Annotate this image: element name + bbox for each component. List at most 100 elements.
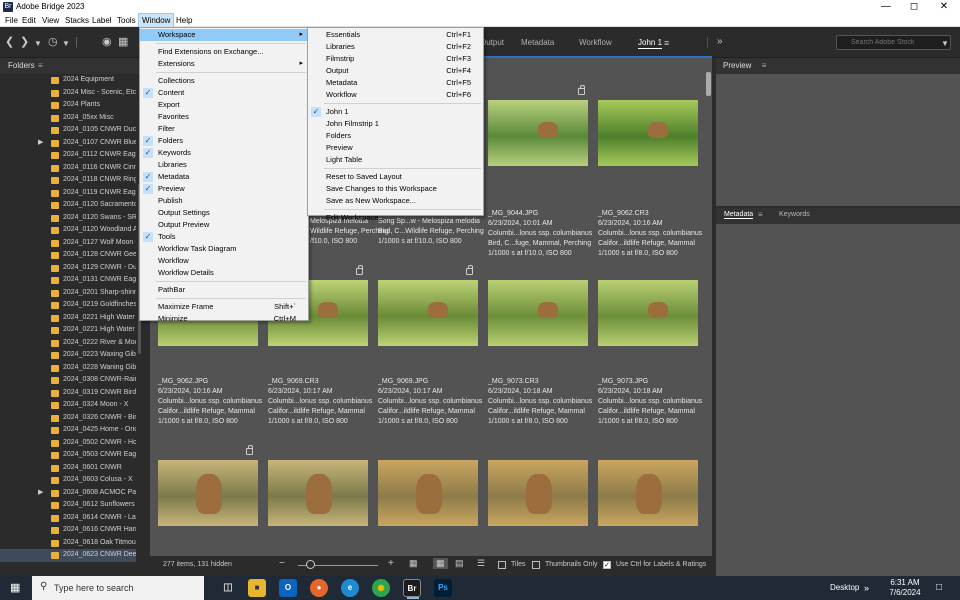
folder-item[interactable]: 2024_0120 Woodland A <box>0 224 136 237</box>
zoom-out-button[interactable]: − <box>279 558 285 569</box>
folder-item[interactable]: 2024_0623 CNWR Deer <box>0 549 136 562</box>
menu-item-preview[interactable]: ✓ Preview <box>140 183 308 195</box>
workspace-tab-john-1[interactable]: John 1 <box>638 38 663 49</box>
menu-item-find-extensions-on-exchange[interactable]: Find Extensions on Exchange... <box>140 46 308 58</box>
menu-edit[interactable]: Edit <box>19 14 39 27</box>
folder-item[interactable]: 2024_05xx Misc <box>0 112 136 125</box>
workspace-tab-metadata[interactable]: Metadata <box>521 38 554 47</box>
menu-item-export[interactable]: Export <box>140 99 308 111</box>
file-explorer-icon[interactable]: ■ <box>248 579 266 597</box>
photo-thumbnail[interactable] <box>488 280 588 346</box>
menu-item-save-changes-to-this-workspace[interactable]: Save Changes to this Workspace <box>308 183 483 195</box>
desktop-toolbar-label[interactable]: Desktop <box>830 576 859 600</box>
folder-item[interactable]: 2024_0120 Swans - SR4 <box>0 212 136 225</box>
photo-thumbnail[interactable] <box>598 280 698 346</box>
menu-item-filter[interactable]: Filter <box>140 123 308 135</box>
menu-tools[interactable]: Tools <box>114 14 139 27</box>
notifications-icon[interactable]: □ <box>936 576 942 600</box>
folder-item[interactable]: 2024_0128 CNWR Gees <box>0 249 136 262</box>
menu-item-folders[interactable]: Folders <box>308 130 483 142</box>
menu-item-edit-workspace[interactable]: Edit Workspace... <box>308 212 483 224</box>
menu-stacks[interactable]: Stacks <box>62 14 92 27</box>
folder-item[interactable]: 2024_0228 Waning Gibl <box>0 362 136 375</box>
taskbar-clock[interactable]: 6:31 AM 7/6/2024 <box>880 578 930 598</box>
search-dropdown-icon[interactable]: ▼ <box>941 38 949 50</box>
folder-item[interactable]: 2024_0502 CNWR - Hoc <box>0 437 136 450</box>
menu-item-maximize-frame[interactable]: Maximize Frame Shift+` <box>140 301 308 313</box>
menu-item-tools[interactable]: ✓ Tools <box>140 231 308 243</box>
menu-item-workflow-task-diagram[interactable]: Workflow Task Diagram <box>140 243 308 255</box>
folder-item[interactable]: 2024_0221 High Water - <box>0 324 136 337</box>
folder-item[interactable]: 2024_0105 CNWR Ducks <box>0 124 136 137</box>
search-stock-input[interactable] <box>836 35 951 50</box>
panel-menu-icon[interactable]: ≡ <box>762 61 767 70</box>
photo-thumbnail[interactable] <box>158 460 258 526</box>
ctrl-labels-checkbox[interactable]: ✓ <box>603 561 611 569</box>
maximize-window-button[interactable]: ◻ <box>900 0 928 14</box>
menu-help[interactable]: Help <box>173 14 195 27</box>
workspace-tab-workflow[interactable]: Workflow <box>579 38 612 47</box>
folder-item[interactable]: 2024_0616 CNWR Harri <box>0 524 136 537</box>
menu-item-workspace[interactable]: Workspace ▸ <box>140 29 308 41</box>
refine-icon[interactable]: ▦ <box>118 36 128 48</box>
tab-keywords[interactable]: Keywords <box>779 211 810 218</box>
menu-item-preview[interactable]: Preview <box>308 142 483 154</box>
menu-item-john-filmstrip-1[interactable]: John Filmstrip 1 <box>308 118 483 130</box>
taskbar-search-box[interactable]: Type here to search <box>32 576 204 600</box>
close-window-button[interactable]: ✕ <box>930 0 958 14</box>
menu-item-extensions[interactable]: Extensions ▸ <box>140 58 308 70</box>
chevron-down-icon[interactable]: ▼ <box>34 38 42 50</box>
camera-icon[interactable]: ◉ <box>102 36 112 48</box>
menu-item-workflow-details[interactable]: Workflow Details <box>140 267 308 279</box>
recent-files-icon[interactable]: ◷ <box>48 36 58 48</box>
menu-label[interactable]: Label <box>89 14 115 27</box>
menu-item-essentials[interactable]: Essentials Ctrl+F1 <box>308 29 483 41</box>
photo-thumbnail[interactable] <box>378 280 478 346</box>
photoshop-taskbar-icon[interactable]: Ps <box>434 579 452 597</box>
menu-window[interactable]: Window <box>137 13 175 28</box>
menu-item-folders[interactable]: ✓ Folders <box>140 135 308 147</box>
menu-item-output-preview[interactable]: Output Preview <box>140 219 308 231</box>
photo-thumbnail[interactable] <box>598 460 698 526</box>
folder-item[interactable]: 2024_0326 CNWR - Bird <box>0 412 136 425</box>
more-workspaces-icon[interactable]: » <box>717 36 723 48</box>
folder-item[interactable]: 2024_0612 Sunflowers <box>0 499 136 512</box>
menu-item-favorites[interactable]: Favorites <box>140 111 308 123</box>
zoom-in-button[interactable]: + <box>388 558 394 569</box>
minimize-window-button[interactable]: — <box>872 0 900 14</box>
expand-arrow-icon[interactable]: ▶ <box>38 137 43 150</box>
folder-item[interactable]: 2024_0127 Wolf Moon - <box>0 237 136 250</box>
menu-item-output-settings[interactable]: Output Settings <box>140 207 308 219</box>
panel-menu-icon[interactable]: ≡ <box>38 58 43 74</box>
menu-view[interactable]: View <box>39 14 62 27</box>
firefox-icon[interactable]: ● <box>310 579 328 597</box>
folder-item[interactable]: 2024_0603 Colusa - X <box>0 474 136 487</box>
menu-item-output[interactable]: Output Ctrl+F4 <box>308 65 483 77</box>
folder-item[interactable]: 2024_0201 Sharp-shinne <box>0 287 136 300</box>
menu-item-keywords[interactable]: ✓ Keywords <box>140 147 308 159</box>
menu-item-minimize[interactable]: Minimize Ctrl+M <box>140 313 308 325</box>
folder-item[interactable]: 2024_0319 CNWR Birds <box>0 387 136 400</box>
workspace-menu-icon[interactable]: ≡ <box>664 37 669 49</box>
folder-item[interactable]: 2024 Misc - Scenic, Etc <box>0 87 136 100</box>
folder-item[interactable]: 2024_0118 CNWR Ring N <box>0 174 136 187</box>
folder-item[interactable]: 2024_0129 CNWR - Duc <box>0 262 136 275</box>
menu-item-save-as-new-workspace[interactable]: Save as New Workspace... <box>308 195 483 207</box>
thumbnails-only-checkbox[interactable] <box>532 561 540 569</box>
folder-item[interactable]: 2024_0116 CNWR Cinna <box>0 162 136 175</box>
folder-item[interactable]: 2024 Equipment <box>0 74 136 87</box>
menu-item-metadata[interactable]: ✓ Metadata <box>140 171 308 183</box>
folder-item[interactable]: 2024_0425 Home - Oric <box>0 424 136 437</box>
folder-item[interactable]: 2024_0131 CNWR Eagle <box>0 274 136 287</box>
back-icon[interactable]: ❮ <box>5 36 14 48</box>
menu-item-content[interactable]: ✓ Content <box>140 87 308 99</box>
folder-item[interactable]: 2024_0222 River & Moo <box>0 337 136 350</box>
folder-item[interactable]: 2024_0223 Waxing Gibb <box>0 349 136 362</box>
menu-item-workflow[interactable]: Workflow Ctrl+F6 <box>308 89 483 101</box>
folder-item[interactable]: 2024_0120 Sacramento <box>0 199 136 212</box>
folder-item[interactable]: 2024_0601 CNWR <box>0 462 136 475</box>
bridge-taskbar-icon[interactable]: Br <box>403 579 421 599</box>
folder-item[interactable]: ▶ 2024_0608 ACMOC Pat <box>0 487 136 500</box>
view-thumbnails-icon[interactable]: ▦ <box>433 558 448 569</box>
menu-item-libraries[interactable]: Libraries Ctrl+F2 <box>308 41 483 53</box>
